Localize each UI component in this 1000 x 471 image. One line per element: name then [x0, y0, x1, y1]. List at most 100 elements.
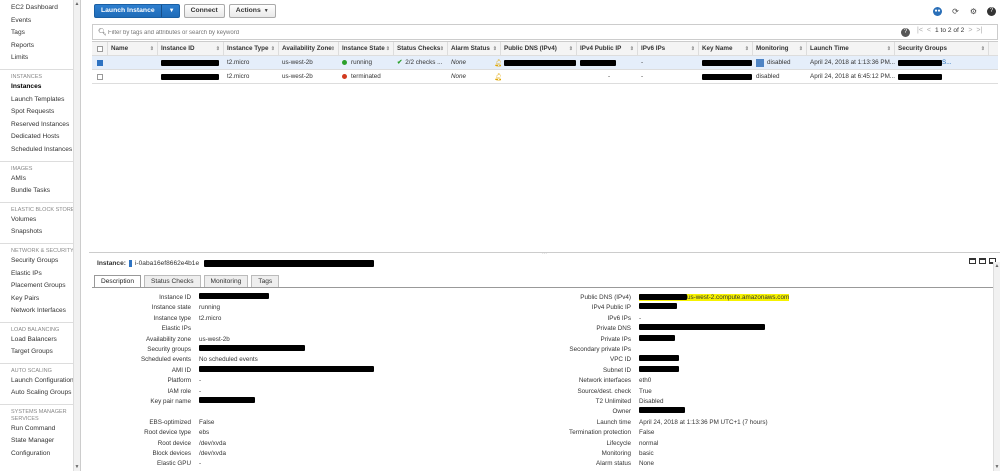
- help-icon[interactable]: ?: [987, 7, 996, 16]
- column-header-ipv4-public-ip[interactable]: IPv4 Public IP ⇕: [577, 42, 638, 55]
- table-row[interactable]: t2.micro us-west-2b running ✔ 2/2 checks …: [92, 56, 998, 70]
- gear-icon[interactable]: ⚙: [969, 7, 978, 16]
- sort-icon[interactable]: ⇕: [745, 46, 749, 52]
- next-page-icon[interactable]: >: [968, 27, 972, 34]
- row-checkbox[interactable]: [97, 59, 103, 66]
- layout-bottom-icon[interactable]: [969, 258, 976, 264]
- sidebar-item-network-interfaces[interactable]: Network Interfaces: [0, 305, 80, 318]
- sort-icon[interactable]: ⇕: [150, 46, 154, 52]
- panel-splitter[interactable]: ⋯: [89, 252, 1000, 257]
- row-checkbox-cell[interactable]: [92, 56, 108, 69]
- column-header-instance-id[interactable]: Instance ID ⇕: [158, 42, 224, 55]
- column-header-instance-type[interactable]: Instance Type ⇕: [224, 42, 279, 55]
- sidebar-item-launch-configurations[interactable]: Launch Configurations: [0, 375, 80, 387]
- sidebar-item-ec2-dashboard[interactable]: EC2 Dashboard: [0, 2, 80, 15]
- sidebar-item-spot-requests[interactable]: Spot Requests: [0, 106, 80, 119]
- column-header-security-groups[interactable]: Security Groups ⇕: [895, 42, 989, 55]
- label-private-ips: Private IPs: [600, 335, 631, 343]
- bell-icon[interactable]: 🔔︎: [494, 73, 501, 81]
- block-devices-link[interactable]: /dev/xvda: [199, 449, 226, 459]
- sidebar-item-security-groups[interactable]: Security Groups: [0, 255, 80, 268]
- select-all-checkbox[interactable]: [97, 45, 103, 52]
- column-header-public-dns-ipv4-[interactable]: Public DNS (IPv4) ⇕: [501, 42, 577, 55]
- row-checkbox-cell[interactable]: [92, 70, 108, 83]
- sidebar-item-dedicated-hosts[interactable]: Dedicated Hosts: [0, 131, 80, 144]
- sidebar-item-auto-scaling-groups[interactable]: Auto Scaling Groups: [0, 387, 80, 400]
- column-header-key-name[interactable]: Key Name ⇕: [699, 42, 753, 55]
- sidebar-item-limits[interactable]: Limits: [0, 52, 80, 65]
- sidebar-item-snapshots[interactable]: Snapshots: [0, 226, 80, 239]
- column-header-status-checks[interactable]: Status Checks ⇕: [394, 42, 448, 55]
- sidebar-item-run-command[interactable]: Run Command: [0, 423, 80, 436]
- help-icon[interactable]: ?: [901, 28, 910, 37]
- layout-side-icon[interactable]: [979, 258, 986, 264]
- connect-button[interactable]: Connect: [183, 4, 225, 18]
- sort-icon[interactable]: ⇕: [569, 46, 573, 52]
- sidebar-item-reserved-instances[interactable]: Reserved Instances: [0, 119, 80, 132]
- tab-tags[interactable]: Tags: [251, 275, 280, 287]
- sidebar-item-elastic-ips[interactable]: Elastic IPs: [0, 268, 80, 281]
- sidebar-item-target-groups[interactable]: Target Groups: [0, 346, 80, 359]
- sidebar-item-placement-groups[interactable]: Placement Groups: [0, 280, 80, 293]
- sort-icon[interactable]: ⇕: [691, 46, 695, 52]
- sidebar-item-state-manager[interactable]: State Manager: [0, 435, 80, 448]
- chevron-down-icon[interactable]: ▼: [165, 5, 179, 17]
- scroll-up-icon[interactable]: ▲: [74, 0, 80, 8]
- last-page-icon[interactable]: >|: [976, 27, 982, 34]
- column-header-ipv6-ips[interactable]: IPv6 IPs ⇕: [638, 42, 699, 55]
- select-all-cell[interactable]: [92, 42, 108, 55]
- row-checkbox[interactable]: [97, 73, 103, 80]
- column-header-instance-state[interactable]: Instance State ⇕: [339, 42, 394, 55]
- column-header-alarm-status[interactable]: Alarm Status ⇕: [448, 42, 501, 55]
- sidebar-item-instances[interactable]: Instances: [0, 81, 80, 94]
- sidebar-item-load-balancers[interactable]: Load Balancers: [0, 334, 80, 347]
- sidebar-item-launch-templates[interactable]: Launch Templates: [0, 94, 80, 107]
- sidebar-item-amis[interactable]: AMIs: [0, 173, 80, 186]
- chat-icon[interactable]: ●●: [933, 7, 942, 16]
- tab-status-checks[interactable]: Status Checks: [143, 275, 201, 287]
- sort-icon[interactable]: ⇕: [216, 46, 220, 52]
- ipv6-ips-value: -: [639, 314, 642, 322]
- sort-icon[interactable]: ⇕: [630, 46, 634, 52]
- scroll-down-icon[interactable]: ▼: [994, 463, 1000, 471]
- sidebar-item-bundle-tasks[interactable]: Bundle Tasks: [0, 185, 80, 198]
- scheduled-events-link[interactable]: No scheduled events: [199, 355, 258, 365]
- network-interfaces-link[interactable]: eth0: [639, 376, 651, 386]
- column-header-launch-time[interactable]: Launch Time ⇕: [807, 42, 895, 55]
- launch-time-value: April 24, 2018 at 1:13:36 PM UTC+1 (7 ho…: [639, 418, 768, 426]
- detail-scrollbar[interactable]: ▲ ▼: [993, 262, 1000, 471]
- scroll-up-icon[interactable]: ▲: [994, 262, 1000, 270]
- sidebar-item-configuration[interactable]: Configuration: [0, 448, 80, 461]
- sidebar-item-volumes[interactable]: Volumes: [0, 214, 80, 227]
- bell-icon[interactable]: 🔔︎: [494, 59, 501, 67]
- sort-icon[interactable]: ⇕: [887, 46, 891, 52]
- prev-page-icon[interactable]: <: [927, 27, 931, 34]
- first-page-icon[interactable]: |<: [917, 27, 923, 34]
- security-group-link[interactable]: S...: [942, 59, 951, 66]
- filter-input[interactable]: [108, 27, 898, 38]
- sort-icon[interactable]: ⇕: [981, 46, 985, 52]
- tab-monitoring[interactable]: Monitoring: [203, 275, 249, 287]
- sidebar-item-tags[interactable]: Tags: [0, 27, 80, 40]
- sort-icon[interactable]: ⇕: [386, 46, 390, 52]
- table-row[interactable]: t2.micro us-west-2b terminated None 🔔︎ - …: [92, 70, 998, 84]
- column-header-monitoring[interactable]: Monitoring ⇕: [753, 42, 807, 55]
- refresh-icon[interactable]: ⟳: [951, 7, 960, 16]
- sidebar-item-events[interactable]: Events: [0, 15, 80, 28]
- sort-icon[interactable]: ⇕: [331, 46, 335, 52]
- sidebar-scrollbar[interactable]: ▲ ▼: [73, 0, 80, 471]
- sidebar-item-scheduled-instances[interactable]: Scheduled Instances: [0, 144, 80, 157]
- column-header-name[interactable]: Name ⇕: [108, 42, 158, 55]
- root-device-link[interactable]: /dev/xvda: [199, 439, 226, 449]
- actions-button[interactable]: Actions ▼: [228, 4, 276, 18]
- sidebar-item-reports[interactable]: Reports: [0, 40, 80, 53]
- launch-instance-button[interactable]: Launch Instance ▼: [94, 4, 180, 18]
- scroll-down-icon[interactable]: ▼: [74, 463, 80, 471]
- sort-icon[interactable]: ⇕: [271, 46, 275, 52]
- monitoring-text: disabled: [767, 59, 791, 66]
- sidebar-item-key-pairs[interactable]: Key Pairs: [0, 293, 80, 306]
- sort-icon[interactable]: ⇕: [493, 46, 497, 52]
- column-header-availability-zone[interactable]: Availability Zone ⇕: [279, 42, 339, 55]
- sort-icon[interactable]: ⇕: [440, 46, 444, 52]
- sort-icon[interactable]: ⇕: [799, 46, 803, 52]
